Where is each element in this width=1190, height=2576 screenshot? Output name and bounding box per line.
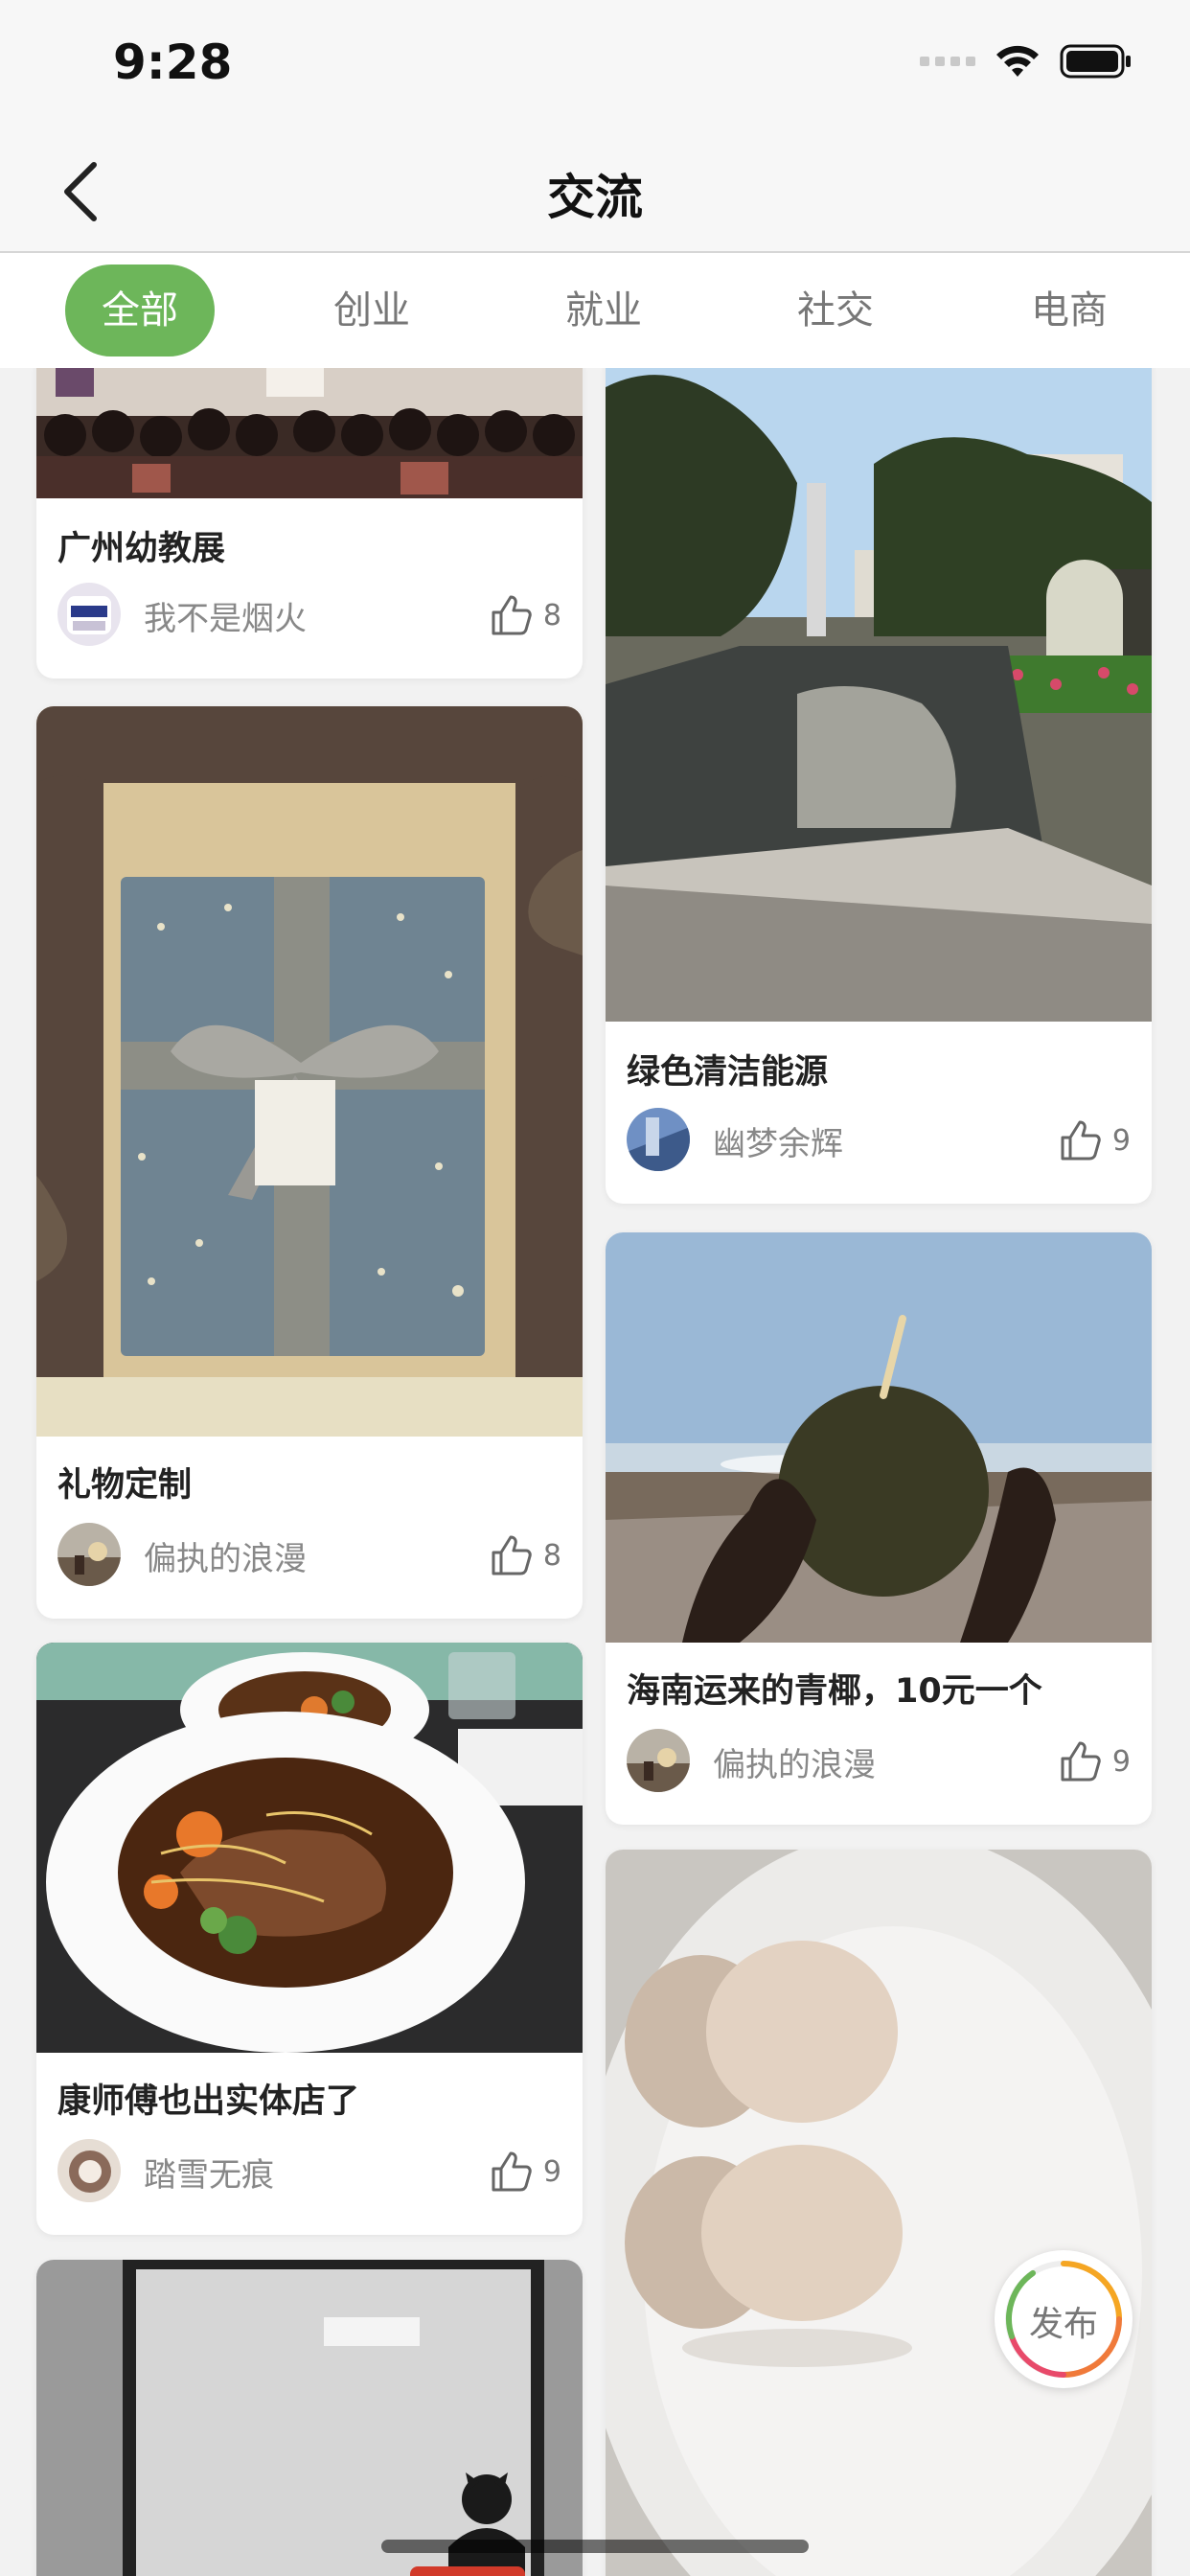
author-name: 幽梦余辉 bbox=[713, 1125, 843, 1163]
post-image bbox=[606, 368, 1152, 1022]
wifi-icon bbox=[995, 44, 1041, 79]
publish-button[interactable]: 发布 bbox=[995, 2250, 1133, 2388]
post-card[interactable] bbox=[606, 1850, 1152, 2576]
thumbs-up-icon bbox=[492, 1535, 532, 1576]
avatar bbox=[57, 1523, 121, 1586]
post-image bbox=[36, 706, 583, 1437]
post-author-row: 我不是烟火 8 bbox=[57, 583, 561, 646]
like-count: 8 bbox=[542, 598, 561, 632]
post-card[interactable]: 广州幼教展 我不是烟火 8 bbox=[36, 368, 583, 678]
post-image bbox=[36, 1643, 583, 2053]
nav-bar: 交流 bbox=[0, 128, 1190, 253]
post-card[interactable]: 绿色清洁能源 幽梦余辉 9 bbox=[606, 368, 1152, 1204]
status-icons bbox=[920, 42, 1133, 80]
tab-employment[interactable]: 就业 bbox=[529, 264, 678, 356]
like-button[interactable]: 9 bbox=[1059, 1735, 1131, 1788]
like-button[interactable]: 9 bbox=[490, 2145, 561, 2198]
page-title: 交流 bbox=[547, 170, 643, 225]
avatar bbox=[627, 1729, 690, 1792]
post-card[interactable]: 康师傅也出实体店了 踏雪无痕 9 bbox=[36, 1643, 583, 2235]
signal-icon bbox=[920, 57, 975, 66]
avatar bbox=[627, 1108, 690, 1171]
author-name: 偏执的浪漫 bbox=[713, 1746, 876, 1784]
like-button[interactable]: 9 bbox=[1059, 1114, 1131, 1167]
thumbs-up-icon bbox=[492, 595, 532, 635]
author-name: 偏执的浪漫 bbox=[144, 1540, 307, 1578]
like-count: 9 bbox=[1111, 1123, 1131, 1158]
like-button[interactable]: 8 bbox=[490, 588, 561, 642]
post-author-row: 幽梦余辉 9 bbox=[627, 1108, 1131, 1171]
avatar bbox=[57, 583, 121, 646]
avatar bbox=[57, 2139, 121, 2202]
post-image bbox=[606, 1232, 1152, 1643]
thumbs-up-icon bbox=[1061, 1120, 1101, 1161]
post-author-row: 偏执的浪漫 9 bbox=[627, 1729, 1131, 1792]
post-image bbox=[36, 2260, 583, 2576]
post-author-row: 偏执的浪漫 8 bbox=[57, 1523, 561, 1586]
post-author-row: 踏雪无痕 9 bbox=[57, 2139, 561, 2202]
tab-ecommerce[interactable]: 电商 bbox=[995, 264, 1144, 356]
author-name: 踏雪无痕 bbox=[144, 2156, 274, 2195]
tab-entrepreneurship[interactable]: 创业 bbox=[297, 264, 446, 356]
thumbs-up-icon bbox=[1061, 1741, 1101, 1782]
author-name: 我不是烟火 bbox=[144, 600, 307, 638]
status-time: 9:28 bbox=[113, 34, 233, 90]
tab-all[interactable]: 全部 bbox=[65, 264, 215, 356]
like-button[interactable]: 8 bbox=[490, 1529, 561, 1582]
post-title: 广州幼教展 bbox=[57, 530, 226, 568]
post-image bbox=[606, 1850, 1152, 2576]
like-count: 8 bbox=[542, 1538, 561, 1573]
post-title: 礼物定制 bbox=[57, 1466, 193, 1505]
battery-icon bbox=[1060, 44, 1133, 79]
like-count: 9 bbox=[542, 2154, 561, 2189]
post-title: 康师傅也出实体店了 bbox=[57, 2082, 360, 2121]
post-image bbox=[36, 368, 583, 498]
post-title: 绿色清洁能源 bbox=[627, 1053, 829, 1092]
post-feed[interactable]: 广州幼教展 我不是烟火 8 礼物定制 偏执的浪漫 8 康师傅也出实体店了 踏雪无… bbox=[0, 368, 1190, 2576]
post-card[interactable] bbox=[36, 2260, 583, 2576]
post-card[interactable]: 礼物定制 偏执的浪漫 8 bbox=[36, 706, 583, 1619]
category-tabs: 全部 创业 就业 社交 电商 bbox=[0, 253, 1190, 368]
home-indicator[interactable] bbox=[381, 2540, 809, 2553]
post-title: 海南运来的青椰，10元一个 bbox=[627, 1672, 1042, 1711]
tab-social[interactable]: 社交 bbox=[761, 264, 910, 356]
post-card[interactable]: 海南运来的青椰，10元一个 偏执的浪漫 9 bbox=[606, 1232, 1152, 1825]
thumbs-up-icon bbox=[492, 2151, 532, 2192]
status-bar: 9:28 bbox=[0, 0, 1190, 128]
like-count: 9 bbox=[1111, 1744, 1131, 1779]
publish-label: 发布 bbox=[1028, 2305, 1098, 2344]
